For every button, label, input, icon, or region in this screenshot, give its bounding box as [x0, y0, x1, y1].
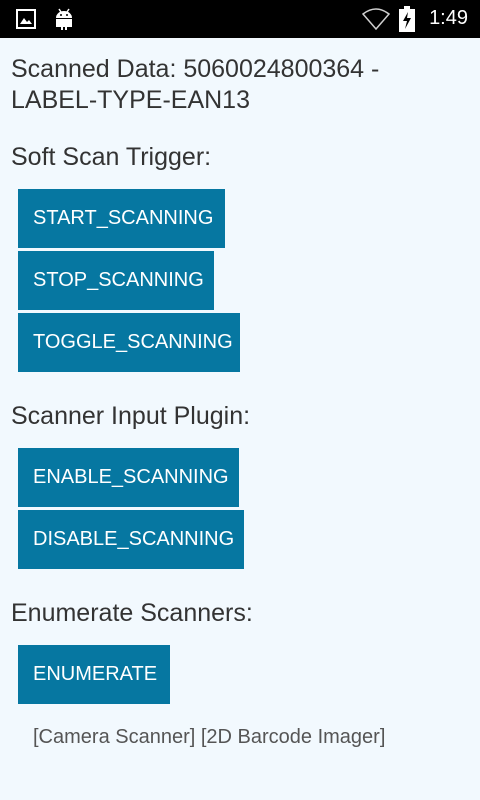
android-icon [53, 7, 75, 36]
wifi-icon [361, 8, 391, 35]
scanner-list-text: [Camera Scanner] [2D Barcode Imager] [33, 726, 386, 748]
stop-scanning-button[interactable]: STOP_SCANNING [18, 251, 214, 310]
toggle-scanning-button[interactable]: TOGGLE_SCANNING [18, 313, 240, 372]
enumerate-heading: Enumerate Scanners: [11, 599, 253, 627]
scanner-plugin-heading: Scanner Input Plugin: [11, 402, 251, 430]
battery-charging-icon [399, 6, 415, 37]
soft-scan-heading: Soft Scan Trigger: [11, 143, 212, 171]
main-content: Scanned Data: 5060024800364 - LABEL-TYPE… [0, 38, 480, 800]
status-bar: 1:49 [0, 0, 480, 38]
image-icon [16, 9, 36, 34]
scanned-data-label: Scanned Data: 5060024800364 - LABEL-TYPE… [11, 55, 380, 114]
enable-scanning-button[interactable]: ENABLE_SCANNING [18, 448, 239, 507]
enumerate-button[interactable]: ENUMERATE [18, 645, 170, 704]
start-scanning-button[interactable]: START_SCANNING [18, 189, 225, 248]
disable-scanning-button[interactable]: DISABLE_SCANNING [18, 510, 244, 569]
status-time: 1:49 [429, 7, 468, 29]
